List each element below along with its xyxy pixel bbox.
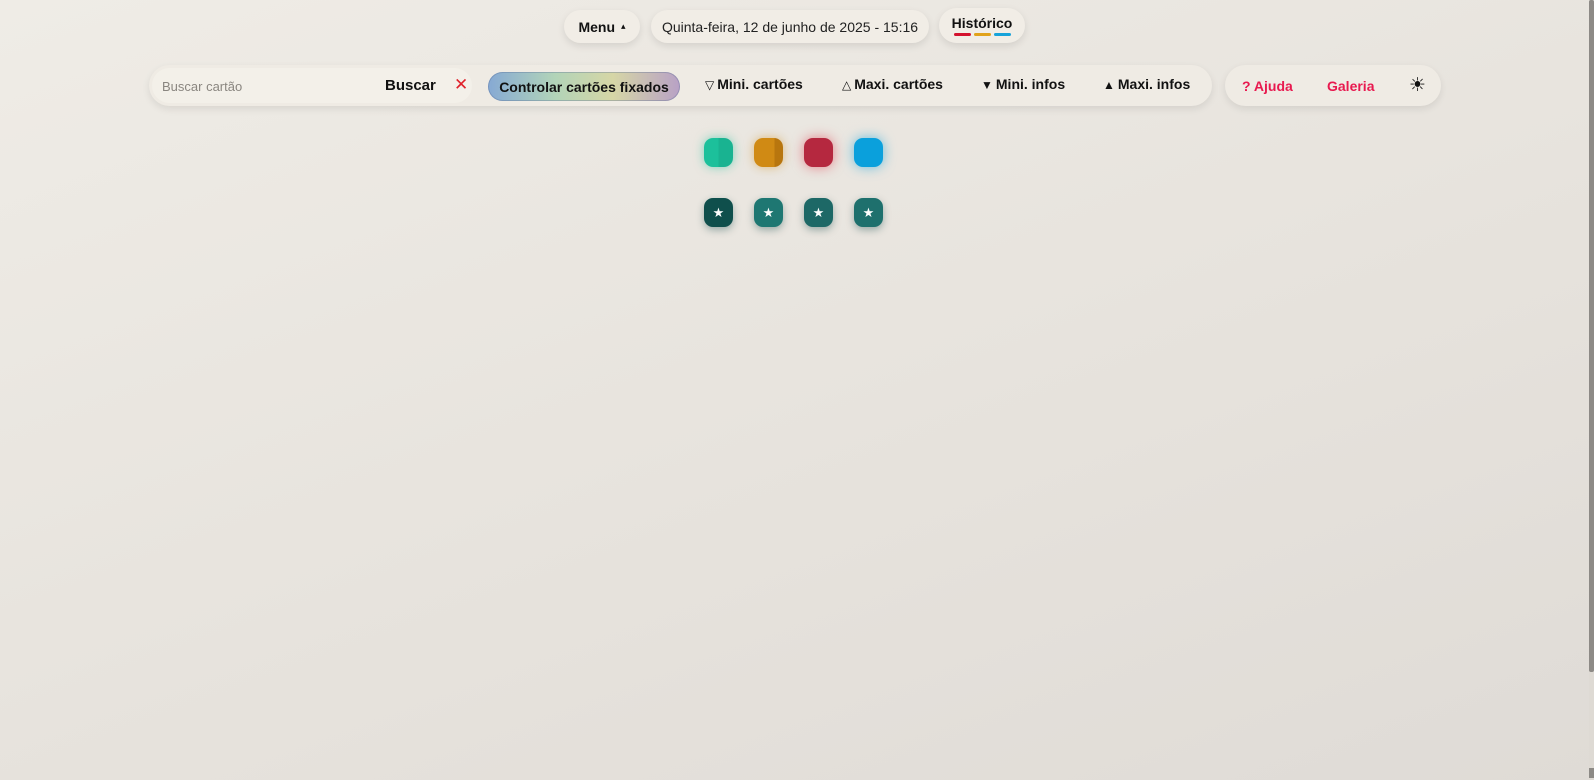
history-bar-red [953,33,971,36]
date-time-display: Quinta-feira, 12 de junho de 2025 - 15:1… [651,10,929,43]
pinned-card-3[interactable]: ★ [804,198,833,227]
scrollbar-thumb[interactable] [1589,0,1594,672]
control-pinned-cards-label: Controlar cartões fixados [499,78,669,95]
history-label: Histórico [951,15,1013,31]
history-bar-orange [973,33,991,36]
date-text: Quinta-feira, 12 de junho de 2025 - 15:1… [661,18,919,35]
vertical-scrollbar[interactable] [1589,0,1594,780]
minimize-infos-label: Mini. infos [995,76,1066,92]
color-filter-orange[interactable] [754,138,783,167]
maximize-infos-button[interactable]: ▲ Maxi. infos [1103,76,1190,92]
color-filter-blue[interactable] [854,138,883,167]
minimize-cards-label: Mini. cartões [717,76,803,92]
triangle-up-outline-icon: △ [842,78,852,92]
menu-button[interactable]: Menu ▴ [564,10,640,43]
top-bar: Menu ▴ Quinta-feira, 12 de junho de 2025… [0,8,1594,44]
star-icon: ★ [762,204,775,220]
star-icon: ★ [712,204,725,220]
caret-up-icon: ▴ [621,21,626,31]
color-filter-red[interactable] [804,138,833,167]
control-pinned-cards-button[interactable]: Controlar cartões fixados [488,72,680,101]
maximize-cards-button[interactable]: △ Maxi. cartões [842,76,943,92]
menu-label: Menu [578,18,616,35]
star-icon: ★ [812,204,825,220]
search-box: Buscar ✕ [152,68,472,103]
gallery-link[interactable]: Galeria [1327,78,1374,94]
maximize-cards-label: Maxi. cartões [854,76,943,92]
pinned-card-1[interactable]: ★ [704,198,733,227]
color-filter-green[interactable] [704,138,733,167]
help-link[interactable]: ? Ajuda [1242,78,1293,94]
pinned-card-4[interactable]: ★ [854,198,883,227]
history-color-bars [953,33,1011,36]
history-bar-blue [993,33,1011,36]
pinned-card-2[interactable]: ★ [754,198,783,227]
search-button[interactable]: Buscar [385,77,436,94]
scroll-down-arrow-icon[interactable] [1589,768,1594,778]
triangle-down-outline-icon: ▽ [705,78,715,92]
triangle-down-filled-icon: ▼ [981,78,993,92]
minimize-cards-button[interactable]: ▽ Mini. cartões [705,76,803,92]
minimize-infos-button[interactable]: ▼ Mini. infos [981,76,1065,92]
star-icon: ★ [862,204,875,220]
search-input[interactable] [160,75,374,97]
clear-search-icon[interactable]: ✕ [454,75,468,95]
triangle-up-filled-icon: ▲ [1103,78,1115,92]
sun-icon[interactable]: ☀ [1409,74,1426,97]
maximize-infos-label: Maxi. infos [1117,76,1191,92]
right-actions: ? Ajuda Galeria ☀ [1225,65,1441,106]
main-toolbar: Buscar ✕ Controlar cartões fixados ▽Mini… [149,65,1212,106]
history-button[interactable]: Histórico [939,8,1025,43]
